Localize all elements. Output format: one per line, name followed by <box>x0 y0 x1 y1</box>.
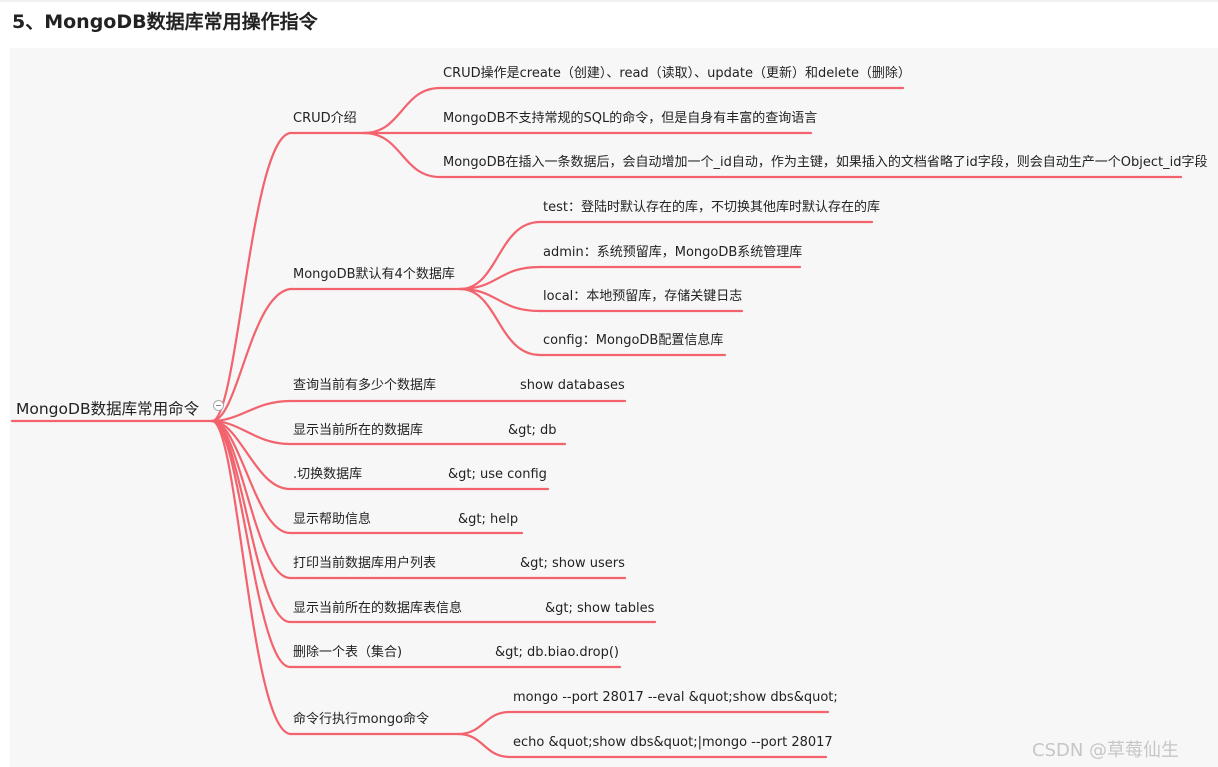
node-cmd-label[interactable]: .切换数据库 <box>293 467 362 483</box>
node-cmd-value[interactable]: &gt; db <box>508 423 557 439</box>
root-node[interactable]: MongoDB数据库常用命令 <box>16 399 199 419</box>
node-crud-child-1[interactable]: CRUD操作是create（创建）、read（读取）、update（更新）和de… <box>443 66 911 82</box>
collapse-toggle-icon[interactable] <box>213 400 224 411</box>
node-cmd-label[interactable]: 显示当前所在的数据库 <box>293 423 423 439</box>
node-cli-eval[interactable]: mongo --port 28017 --eval &quot;show dbs… <box>513 690 838 706</box>
node-cmd-value[interactable]: &gt; show tables <box>545 601 654 617</box>
csdn-watermark: CSDN @草莓仙生 <box>1032 740 1180 761</box>
node-crud[interactable]: CRUD介绍 <box>293 111 357 127</box>
node-cmd-value[interactable]: &gt; use config <box>448 467 547 483</box>
node-cmd-label[interactable]: 显示当前所在的数据库表信息 <box>293 601 462 617</box>
node-db-test[interactable]: test：登陆时默认存在的库，不切换其他库时默认存在的库 <box>543 200 880 216</box>
node-cmd-value[interactable]: show databases <box>520 378 625 394</box>
node-db-local[interactable]: local：本地预留库，存储关键日志 <box>543 289 742 305</box>
node-cli[interactable]: 命令行执行mongo命令 <box>293 712 429 728</box>
node-cmd-label[interactable]: 查询当前有多少个数据库 <box>293 378 436 394</box>
node-cmd-label[interactable]: 删除一个表（集合) <box>293 645 402 661</box>
node-crud-child-3[interactable]: MongoDB在插入一条数据后，会自动增加一个_id自动，作为主键，如果插入的文… <box>443 155 1207 171</box>
node-cmd-label[interactable]: 打印当前数据库用户列表 <box>293 556 436 572</box>
node-cmd-value[interactable]: &gt; help <box>458 512 518 528</box>
node-default-dbs[interactable]: MongoDB默认有4个数据库 <box>293 267 455 283</box>
node-crud-child-2[interactable]: MongoDB不支持常规的SQL的命令，但是自身有丰富的查询语言 <box>443 111 817 127</box>
node-cmd-value[interactable]: &gt; db.biao.drop() <box>495 645 619 661</box>
node-cmd-value[interactable]: &gt; show users <box>520 556 625 572</box>
node-cmd-label[interactable]: 显示帮助信息 <box>293 512 371 528</box>
node-db-admin[interactable]: admin：系统预留库，MongoDB系统管理库 <box>543 245 802 261</box>
node-cli-echo[interactable]: echo &quot;show dbs&quot;|mongo --port 2… <box>513 735 833 751</box>
node-db-config[interactable]: config：MongoDB配置信息库 <box>543 333 723 349</box>
